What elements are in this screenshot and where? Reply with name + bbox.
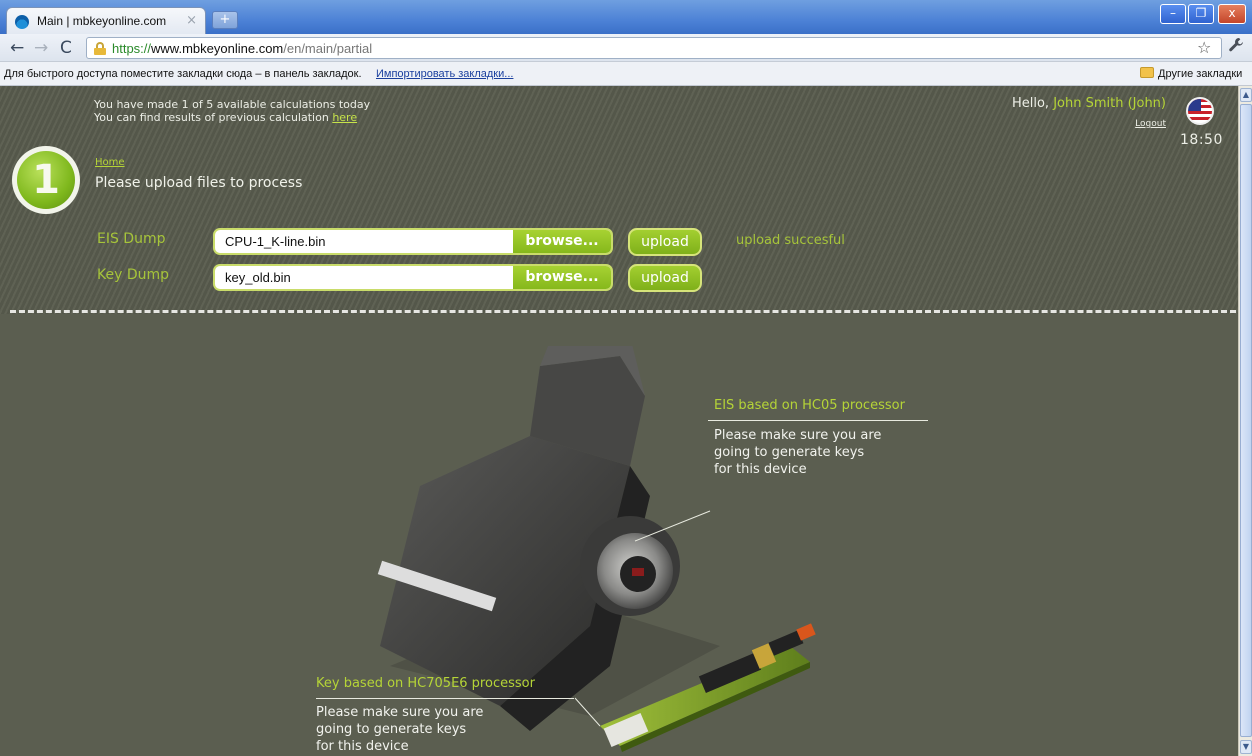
previous-results-link[interactable]: here [332, 111, 357, 124]
eis-dump-filename: CPU-1_K-line.bin [225, 234, 326, 249]
eis-callout-rule [708, 420, 928, 421]
back-button[interactable]: ← [10, 38, 24, 58]
upload-status: upload succesful [736, 233, 845, 248]
folder-icon [1140, 67, 1154, 78]
scroll-thumb[interactable] [1240, 104, 1252, 737]
key-dump-label: Key Dump [97, 267, 170, 283]
calc-results-text: You can find results of previous calcula… [94, 111, 358, 124]
window-close-button[interactable]: x [1218, 4, 1246, 24]
user-name: John Smith (John) [1053, 96, 1166, 111]
window-minimize-button[interactable]: – [1160, 4, 1186, 24]
section-divider [10, 310, 1236, 313]
scroll-down-arrow-icon[interactable]: ▼ [1240, 740, 1252, 754]
key-callout-rule [316, 698, 574, 699]
url-scheme: https:// [112, 41, 152, 56]
page-title: Please upload files to process [95, 175, 303, 191]
eis-dump-file-input[interactable]: CPU-1_K-line.bin browse... [213, 228, 613, 255]
bookmarks-hint: Для быстрого доступа поместите закладки … [4, 68, 362, 80]
url-text: https://www.mbkeyonline.com/en/main/part… [112, 41, 372, 56]
step-number-badge: 1 [12, 146, 80, 214]
bookmarks-bar: Для быстрого доступа поместите закладки … [0, 62, 1252, 86]
key-upload-button[interactable]: upload [628, 264, 702, 292]
other-bookmarks-button[interactable]: Другие закладки [1140, 67, 1242, 80]
site-favicon-icon [15, 15, 29, 29]
url-host: www.mbkeyonline.com [151, 41, 284, 56]
hello-label: Hello, [1011, 96, 1050, 111]
eis-browse-button[interactable]: browse... [513, 230, 611, 253]
page-content: You have made 1 of 5 available calculati… [0, 86, 1238, 756]
bookmark-star-icon[interactable]: ☆ [1197, 38, 1211, 57]
eis-upload-button[interactable]: upload [628, 228, 702, 256]
lock-icon [94, 42, 106, 55]
browser-titlebar: Main | mbkeyonline.com × + – ❐ x [0, 0, 1252, 34]
eis-dump-label: EIS Dump [97, 231, 166, 247]
url-path: /en/main/partial [283, 41, 373, 56]
import-bookmarks-link[interactable]: Импортировать закладки... [376, 68, 513, 80]
browser-toolbar: ← → C https://www.mbkeyonline.com/en/mai… [0, 34, 1252, 62]
logout-link[interactable]: Logout [1135, 119, 1166, 129]
vertical-scrollbar[interactable]: ▲ ▼ [1238, 86, 1252, 756]
eis-callout-text: Please make sure you are going to genera… [714, 428, 882, 477]
key-callout-title: Key based on HC705E6 processor [316, 676, 535, 691]
tab-title: Main | mbkeyonline.com [37, 14, 167, 28]
eis-callout-title: EIS based on HC05 processor [714, 398, 905, 413]
other-bookmarks-label: Другие закладки [1158, 68, 1243, 80]
key-browse-button[interactable]: browse... [513, 266, 611, 289]
us-flag-icon[interactable] [1186, 97, 1214, 125]
browser-tab[interactable]: Main | mbkeyonline.com × [6, 7, 206, 34]
wrench-menu-icon[interactable] [1228, 37, 1244, 57]
calc-count-text: You have made 1 of 5 available calculati… [94, 98, 371, 111]
calculation-info: You have made 1 of 5 available calculati… [94, 98, 370, 124]
forward-button[interactable]: → [34, 38, 48, 58]
new-tab-button[interactable]: + [212, 11, 238, 29]
window-maximize-button[interactable]: ❐ [1188, 4, 1214, 24]
reload-button[interactable]: C [60, 38, 72, 58]
tab-close-icon[interactable]: × [186, 13, 197, 28]
user-greeting: Hello, John Smith (John) [1012, 96, 1166, 111]
key-dump-filename: key_old.bin [225, 270, 291, 285]
clock: 18:50 [1180, 132, 1223, 148]
scroll-up-arrow-icon[interactable]: ▲ [1240, 88, 1252, 102]
key-dump-file-input[interactable]: key_old.bin browse... [213, 264, 613, 291]
breadcrumb-home-link[interactable]: Home [95, 157, 125, 168]
key-callout-text: Please make sure you are going to genera… [316, 705, 484, 754]
address-bar[interactable]: https://www.mbkeyonline.com/en/main/part… [86, 37, 1222, 59]
